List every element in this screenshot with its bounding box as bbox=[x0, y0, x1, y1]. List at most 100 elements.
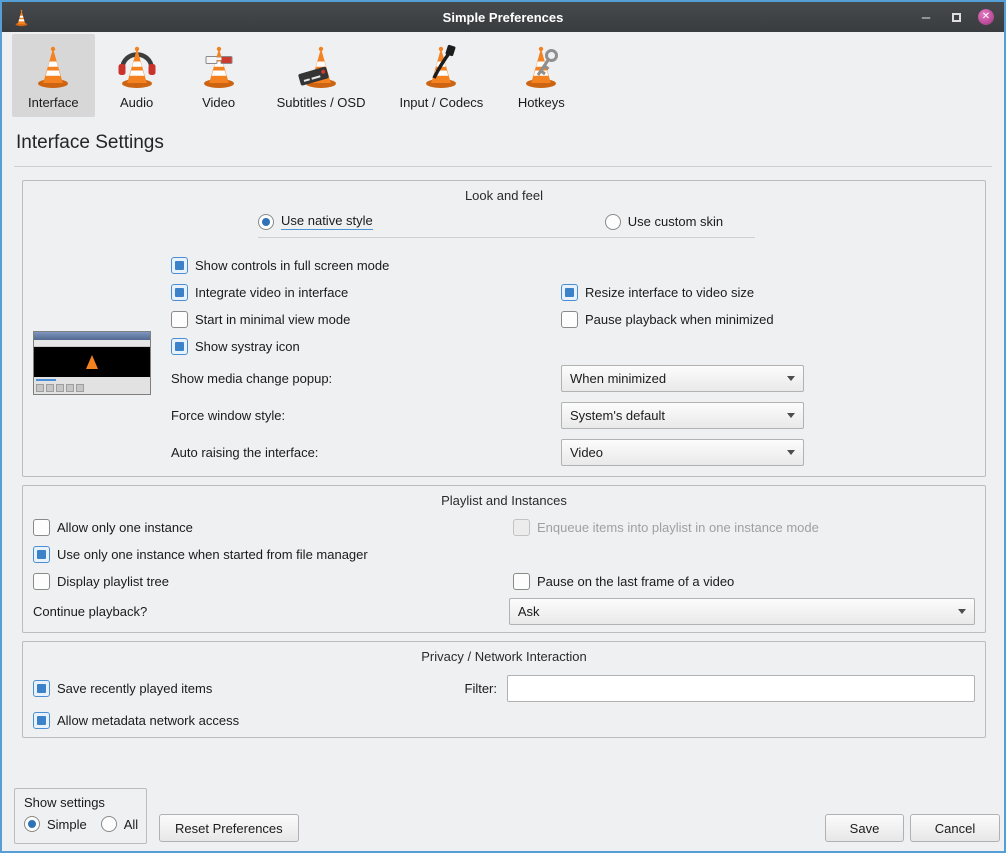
toolbar-item-label: Input / Codecs bbox=[399, 95, 483, 110]
checkbox-label: Show controls in full screen mode bbox=[195, 258, 389, 273]
thumb-cone-icon bbox=[86, 355, 98, 369]
checkbox-box bbox=[171, 311, 188, 328]
dropdown-value: Ask bbox=[518, 604, 540, 619]
use-native-style-radio[interactable]: Use native style bbox=[258, 213, 373, 230]
separator bbox=[14, 166, 992, 167]
key-cone-icon bbox=[517, 42, 565, 90]
maximize-icon[interactable] bbox=[948, 9, 964, 25]
window-title: Simple Preferences bbox=[2, 10, 1004, 25]
checkbox-label: Use only one instance when started from … bbox=[57, 547, 368, 562]
toolbar-item-input-codecs[interactable]: Input / Codecs bbox=[383, 34, 499, 117]
page-title: Interface Settings bbox=[16, 132, 164, 154]
checkbox-pause-last-frame[interactable]: Pause on the last frame of a video bbox=[513, 573, 734, 590]
radio-separator bbox=[258, 237, 755, 238]
toolbar-item-interface[interactable]: Interface bbox=[12, 34, 95, 117]
checkbox-label: Pause playback when minimized bbox=[585, 312, 774, 327]
toolbar-item-audio[interactable]: Audio bbox=[97, 34, 177, 117]
checkbox-label: Resize interface to video size bbox=[585, 285, 754, 300]
preferences-window: Simple Preferences – ✕ Interface Audio bbox=[0, 0, 1006, 853]
chevron-down-icon bbox=[787, 376, 795, 381]
checkbox-save-recent-items[interactable]: Save recently played items bbox=[33, 680, 212, 697]
media-change-popup-dropdown[interactable]: When minimized bbox=[561, 365, 804, 392]
video-glasses-cone-icon bbox=[195, 42, 243, 90]
vlc-preview-thumbnail bbox=[33, 331, 151, 395]
checkbox-one-instance-file-manager[interactable]: Use only one instance when started from … bbox=[33, 546, 368, 563]
toolbar-item-label: Hotkeys bbox=[518, 95, 565, 110]
checkbox-box bbox=[33, 546, 50, 563]
dropdown-value: System's default bbox=[570, 408, 665, 423]
close-icon[interactable]: ✕ bbox=[978, 9, 994, 25]
toolbar-item-video[interactable]: Video bbox=[179, 34, 259, 117]
checkbox-resize-interface[interactable]: Resize interface to video size bbox=[561, 284, 754, 301]
minimize-icon[interactable]: – bbox=[918, 9, 934, 25]
auto-raising-dropdown[interactable]: Video bbox=[561, 439, 804, 466]
vlc-app-icon bbox=[12, 8, 31, 27]
look-and-feel-group: Look and feel Use native style Use custo… bbox=[22, 180, 986, 477]
checkbox-label: Display playlist tree bbox=[57, 574, 169, 589]
radio-indicator bbox=[258, 214, 274, 230]
maximize-glyph bbox=[952, 13, 961, 22]
checkbox-label: Pause on the last frame of a video bbox=[537, 574, 734, 589]
subtitles-cone-icon bbox=[297, 42, 345, 90]
look-and-feel-body: Show controls in full screen mode Integr… bbox=[171, 252, 975, 471]
chevron-down-icon bbox=[958, 609, 966, 614]
checkbox-playlist-tree[interactable]: Display playlist tree bbox=[33, 573, 169, 590]
checkbox-box bbox=[171, 338, 188, 355]
window-controls: – ✕ bbox=[918, 9, 994, 25]
thumb-titlebar bbox=[34, 332, 150, 340]
show-settings-title: Show settings bbox=[24, 795, 137, 810]
cancel-button[interactable]: Cancel bbox=[910, 814, 1000, 842]
toolbar-item-label: Subtitles / OSD bbox=[277, 95, 366, 110]
checkbox-label: Allow metadata network access bbox=[57, 713, 239, 728]
force-window-style-dropdown[interactable]: System's default bbox=[561, 402, 804, 429]
checkbox-enqueue-one-instance: Enqueue items into playlist in one insta… bbox=[513, 519, 819, 536]
checkbox-fullscreen-controls[interactable]: Show controls in full screen mode bbox=[171, 257, 389, 274]
toolbar-item-label: Video bbox=[202, 95, 235, 110]
checkbox-box bbox=[513, 519, 530, 536]
thumb-menubar bbox=[34, 340, 150, 347]
checkbox-integrate-video[interactable]: Integrate video in interface bbox=[171, 284, 348, 301]
checkbox-label: Save recently played items bbox=[57, 681, 212, 696]
checkbox-box bbox=[33, 573, 50, 590]
chevron-down-icon bbox=[787, 450, 795, 455]
checkbox-systray[interactable]: Show systray icon bbox=[171, 338, 300, 355]
privacy-network-group: Privacy / Network Interaction Save recen… bbox=[22, 641, 986, 738]
titlebar[interactable]: Simple Preferences – ✕ bbox=[2, 2, 1004, 32]
toolbar-item-hotkeys[interactable]: Hotkeys bbox=[501, 34, 581, 117]
checkbox-one-instance[interactable]: Allow only one instance bbox=[33, 519, 193, 536]
radio-label: Use native style bbox=[281, 213, 373, 230]
thumb-video-area bbox=[34, 347, 150, 377]
reset-preferences-button[interactable]: Reset Preferences bbox=[159, 814, 299, 842]
show-settings-all-radio[interactable]: All bbox=[101, 816, 138, 832]
checkbox-label: Start in minimal view mode bbox=[195, 312, 350, 327]
group-title: Look and feel bbox=[23, 181, 985, 203]
continue-playback-dropdown[interactable]: Ask bbox=[509, 598, 975, 625]
auto-raising-label: Auto raising the interface: bbox=[171, 445, 561, 460]
style-radio-row: Use native style Use custom skin bbox=[23, 213, 985, 230]
toolbar-item-label: Interface bbox=[28, 95, 79, 110]
save-button[interactable]: Save bbox=[825, 814, 904, 842]
checkbox-box bbox=[561, 311, 578, 328]
checkbox-label: Show systray icon bbox=[195, 339, 300, 354]
checkbox-minimal-view[interactable]: Start in minimal view mode bbox=[171, 311, 350, 328]
media-change-popup-label: Show media change popup: bbox=[171, 371, 561, 386]
checkbox-metadata-network-access[interactable]: Allow metadata network access bbox=[33, 712, 239, 729]
checkbox-box bbox=[513, 573, 530, 590]
toolbar-item-subtitles[interactable]: Subtitles / OSD bbox=[261, 34, 382, 117]
category-toolbar: Interface Audio Video bbox=[12, 34, 581, 117]
filter-input[interactable] bbox=[507, 675, 975, 702]
use-custom-skin-radio[interactable]: Use custom skin bbox=[605, 213, 723, 230]
checkbox-box bbox=[33, 712, 50, 729]
radio-label: All bbox=[124, 817, 138, 832]
show-settings-simple-radio[interactable]: Simple bbox=[24, 816, 87, 832]
headphones-cone-icon bbox=[113, 42, 161, 90]
dropdown-value: Video bbox=[570, 445, 603, 460]
checkbox-label: Enqueue items into playlist in one insta… bbox=[537, 520, 819, 535]
show-settings-group: Show settings Simple All bbox=[14, 788, 147, 844]
checkbox-pause-minimized[interactable]: Pause playback when minimized bbox=[561, 311, 774, 328]
thumb-seekbar bbox=[34, 377, 150, 383]
plug-cable-cone-icon bbox=[417, 42, 465, 90]
group-title: Playlist and Instances bbox=[23, 486, 985, 508]
toolbar-item-label: Audio bbox=[120, 95, 153, 110]
checkbox-box bbox=[561, 284, 578, 301]
